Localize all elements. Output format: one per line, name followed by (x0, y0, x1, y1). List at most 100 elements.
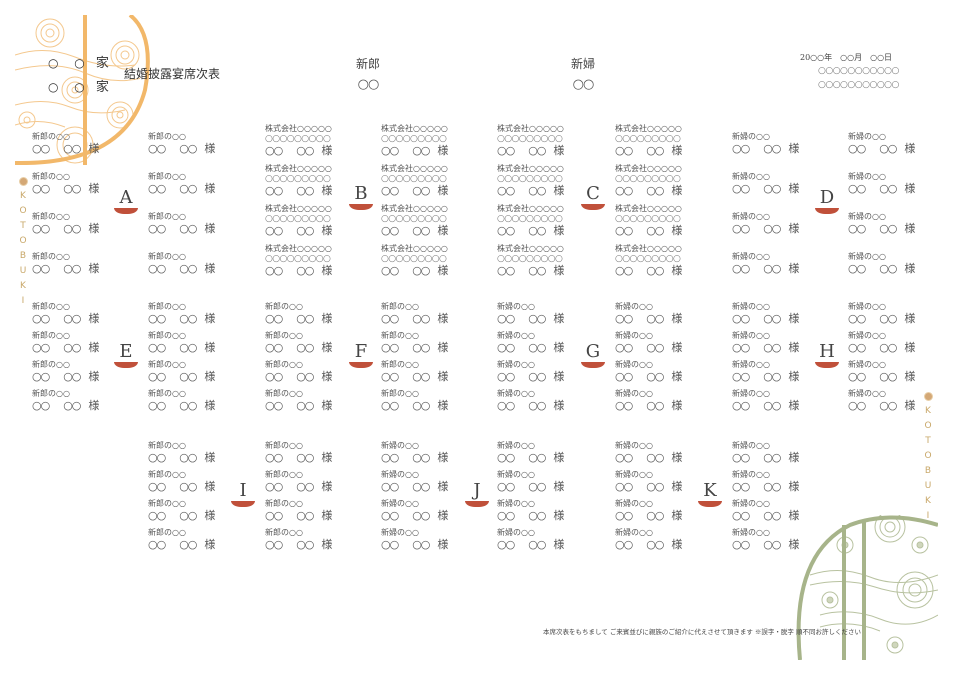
guest-entry: 新郎の○○ ○○ ○○ 様 (381, 303, 496, 325)
guest-family-name: ○○ (732, 341, 750, 354)
guest-entry: 新郎の○○ ○○ ○○ 様 (148, 133, 263, 155)
guest-entry: 新婦の○○ ○○ ○○ 様 (615, 303, 730, 325)
guest-name: ○○ ○○ 様 (381, 313, 496, 324)
guest-family-name: ○○ (848, 399, 866, 412)
guest-given-name: ○○ (63, 370, 81, 383)
guest-given-name: ○○ (296, 370, 314, 383)
guest-entry: 新婦の○○ ○○ ○○ 様 (497, 500, 612, 522)
guest-name: ○○ ○○ 様 (732, 313, 847, 324)
guest-family-name: ○○ (32, 399, 50, 412)
guest-given-name: ○○ (528, 312, 546, 325)
footer-note: 本席次表をもちまして ご来賓並びに親族のご紹介に代えさせて頂きます ※誤字・脱字… (543, 628, 862, 636)
groom-label: 新郎 (355, 57, 380, 71)
guest-honorific: 様 (437, 144, 449, 157)
guest-family-name: ○○ (148, 451, 166, 464)
guest-entry: 株式会社○○○○○ ○○○○○○○○○ ○○ ○○ 様 (265, 165, 380, 197)
guest-family-name: ○○ (848, 222, 866, 235)
guest-honorific: 様 (437, 538, 449, 551)
guest-honorific: 様 (321, 538, 333, 551)
guest-family-name: ○○ (497, 264, 515, 277)
guest-given-name: ○○ (296, 224, 314, 237)
guest-name: ○○ ○○ 様 (32, 342, 147, 353)
guest-entry: 新婦の○○ ○○ ○○ 様 (848, 253, 953, 275)
guest-family-name: ○○ (265, 184, 283, 197)
guest-entry: 新婦の○○ ○○ ○○ 様 (615, 442, 730, 464)
guest-family-name: ○○ (265, 538, 283, 551)
guest-entry: 新郎の○○ ○○ ○○ 様 (381, 332, 496, 354)
guest-family-name: ○○ (32, 142, 50, 155)
guest-entry: 株式会社○○○○○ ○○○○○○○○○ ○○ ○○ 様 (497, 165, 612, 197)
guest-name: ○○ ○○ 様 (32, 263, 147, 274)
guest-entry: 新婦の○○ ○○ ○○ 様 (732, 529, 847, 551)
guest-given-name: ○○ (63, 182, 81, 195)
guest-honorific: 様 (437, 224, 449, 237)
guest-name: ○○ ○○ 様 (148, 400, 263, 411)
guest-given-name: ○○ (763, 509, 781, 522)
guest-name: ○○ ○○ 様 (497, 342, 612, 353)
guest-entry: 新婦の○○ ○○ ○○ 様 (497, 303, 612, 325)
guest-name: ○○ ○○ 様 (497, 539, 612, 550)
guest-entry: 株式会社○○○○○ ○○○○○○○○○ ○○ ○○ 様 (381, 245, 496, 277)
guest-honorific: 様 (904, 312, 916, 325)
kotobuki-letter: T (20, 221, 26, 231)
guest-entry: 新婦の○○ ○○ ○○ 様 (732, 332, 847, 354)
guest-name: ○○ ○○ 様 (32, 400, 147, 411)
guest-entry: 新婦の○○ ○○ ○○ 様 (848, 361, 953, 383)
page-title: 結婚披露宴席次表 (124, 67, 221, 81)
kotobuki-letter: U (19, 266, 27, 276)
guest-name: ○○ ○○ 様 (732, 342, 847, 353)
guest-honorific: 様 (788, 142, 800, 155)
guest-name: ○○ ○○ 様 (497, 225, 612, 236)
guest-given-name: ○○ (763, 480, 781, 493)
guest-honorific: 様 (671, 399, 683, 412)
guest-entry: 新郎の○○ ○○ ○○ 様 (265, 361, 380, 383)
guest-entry: 新婦の○○ ○○ ○○ 様 (732, 303, 847, 325)
guest-family-name: ○○ (381, 264, 399, 277)
guest-name: ○○ ○○ 様 (148, 342, 263, 353)
guest-family-name: ○○ (148, 222, 166, 235)
guest-entry: 新郎の○○ ○○ ○○ 様 (265, 500, 380, 522)
guest-entry: 新婦の○○ ○○ ○○ 様 (848, 303, 953, 325)
guest-given-name: ○○ (763, 538, 781, 551)
guest-entry: 新郎の○○ ○○ ○○ 様 (265, 529, 380, 551)
guest-given-name: ○○ (646, 144, 664, 157)
guest-entry: 新郎の○○ ○○ ○○ 様 (32, 361, 147, 383)
guest-name: ○○ ○○ 様 (32, 313, 147, 324)
guest-name: ○○ ○○ 様 (381, 481, 496, 492)
guest-entry: 株式会社○○○○○ ○○○○○○○○○ ○○ ○○ 様 (381, 125, 496, 157)
guest-entry: 株式会社○○○○○ ○○○○○○○○○ ○○ ○○ 様 (265, 125, 380, 157)
guest-entry: 新婦の○○ ○○ ○○ 様 (497, 442, 612, 464)
guest-name: ○○ ○○ 様 (848, 371, 953, 382)
guest-family-name: ○○ (265, 370, 283, 383)
guest-honorific: 様 (321, 509, 333, 522)
guest-honorific: 様 (321, 399, 333, 412)
kotobuki-letter: K (20, 191, 26, 201)
guest-name: ○○ ○○ 様 (497, 313, 612, 324)
guest-given-name: ○○ (763, 399, 781, 412)
guest-entry: 株式会社○○○○○ ○○○○○○○○○ ○○ ○○ 様 (615, 245, 730, 277)
guest-given-name: ○○ (296, 538, 314, 551)
guest-family-name: ○○ (148, 480, 166, 493)
guest-name: ○○ ○○ 様 (381, 342, 496, 353)
guest-name: ○○ ○○ 様 (148, 143, 263, 154)
guest-family-name: ○○ (848, 142, 866, 155)
guest-given-name: ○○ (879, 312, 897, 325)
guest-family-name: ○○ (497, 341, 515, 354)
guest-honorific: 様 (904, 182, 916, 195)
guest-family-name: ○○ (615, 144, 633, 157)
guest-given-name: ○○ (296, 480, 314, 493)
guest-entry: 新婦の○○ ○○ ○○ 様 (732, 442, 847, 464)
guest-given-name: ○○ (646, 312, 664, 325)
guest-family-name: ○○ (265, 399, 283, 412)
guest-honorific: 様 (671, 312, 683, 325)
guest-family-name: ○○ (148, 182, 166, 195)
family-suffix: 家 (95, 56, 110, 71)
guest-honorific: 様 (553, 224, 565, 237)
guest-given-name: ○○ (879, 182, 897, 195)
guest-family-name: ○○ (497, 480, 515, 493)
guest-name: ○○ ○○ 様 (732, 143, 847, 154)
guest-family-name: ○○ (265, 509, 283, 522)
guest-family-name: ○○ (148, 312, 166, 325)
guest-name: ○○ ○○ 様 (32, 371, 147, 382)
guest-honorific: 様 (88, 370, 100, 383)
